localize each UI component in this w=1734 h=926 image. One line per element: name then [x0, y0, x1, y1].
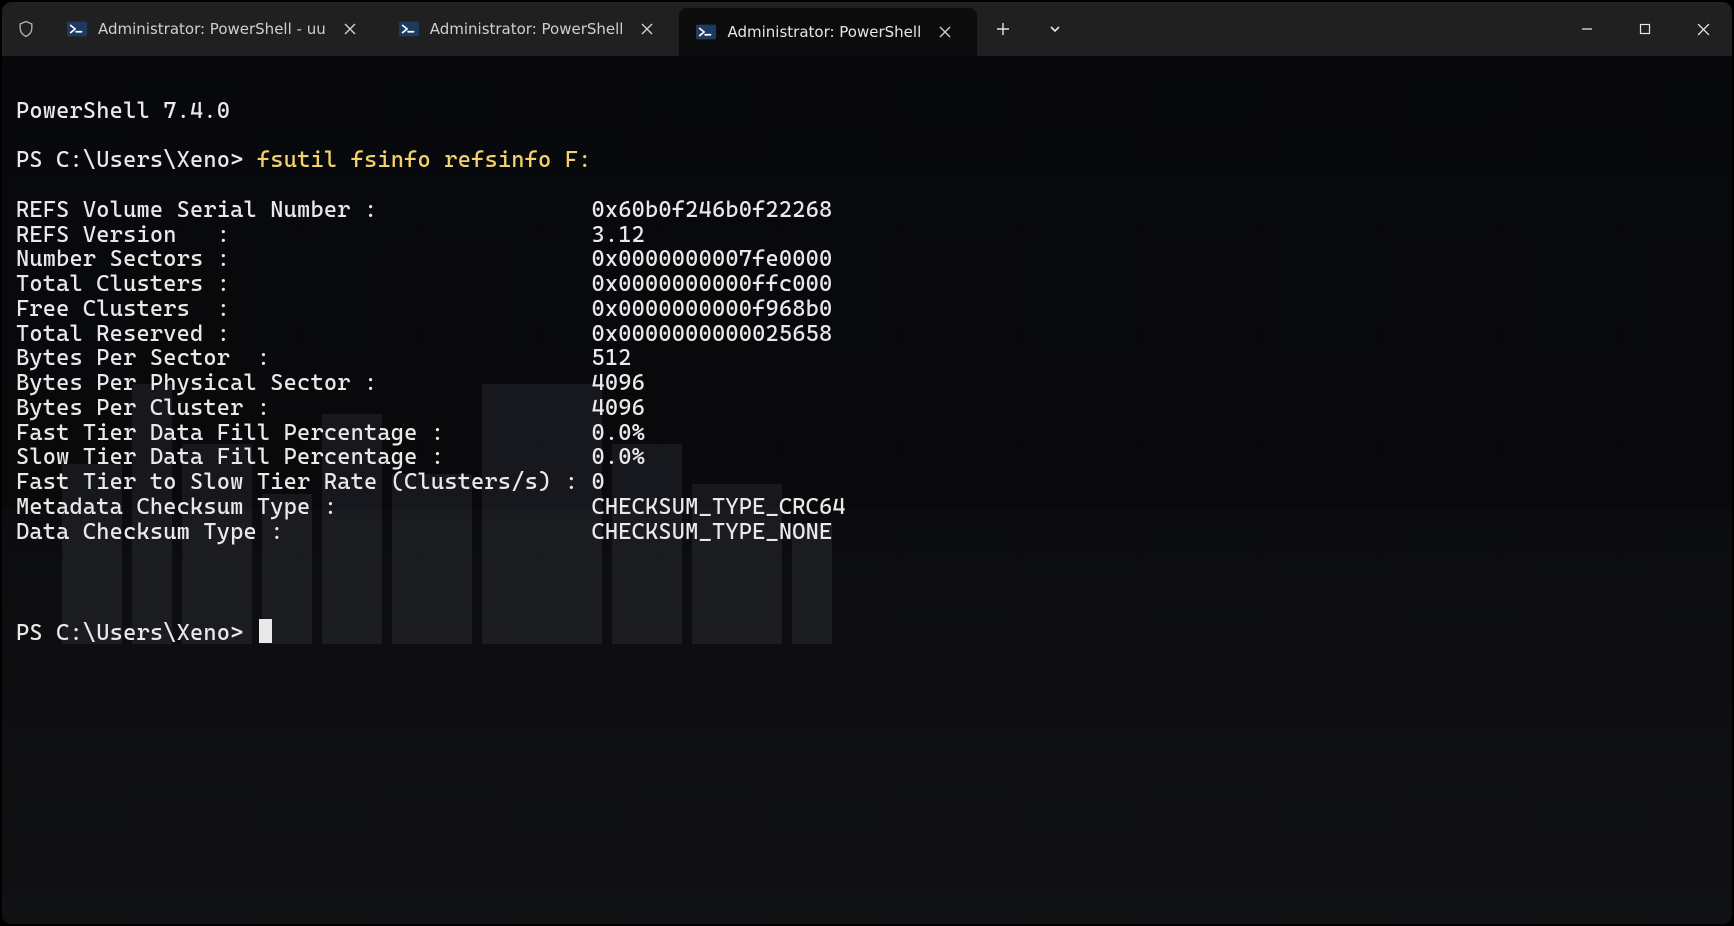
shield-icon — [2, 2, 50, 56]
output-row: Fast Tier Data Fill Percentage : 0.0% — [16, 421, 1718, 446]
output-row: REFS Version : 3.12 — [16, 223, 1718, 248]
banner-line: PowerShell 7.4.0 — [16, 99, 1718, 124]
blank-line — [16, 569, 1718, 594]
output-value: 0x60b0f246b0f22268 — [592, 197, 833, 223]
output-row: Slow Tier Data Fill Percentage : 0.0% — [16, 445, 1718, 470]
command-line: PS C:\Users\Xeno> fsutil fsinfo refsinfo… — [16, 148, 1718, 173]
tab-close-button[interactable] — [633, 14, 661, 45]
powershell-icon — [66, 18, 88, 40]
output-row: Metadata Checksum Type : CHECKSUM_TYPE_C… — [16, 495, 1718, 520]
output-label: Slow Tier Data Fill Percentage : — [16, 444, 592, 470]
output-value: 512 — [592, 345, 632, 371]
output-label: Free Clusters : — [16, 296, 592, 322]
output-value: 4096 — [592, 395, 646, 421]
tab-label: Administrator: PowerShell — [430, 20, 624, 38]
output-value: 3.12 — [592, 222, 646, 248]
output-value: 0.0% — [592, 420, 646, 446]
output-value: CHECKSUM_TYPE_CRC64 — [592, 494, 846, 520]
tab-close-button[interactable] — [336, 14, 364, 45]
prompt-text: PS C:\Users\Xeno> — [16, 620, 244, 646]
tab-dropdown-button[interactable] — [1029, 2, 1081, 56]
output-value: 0.0% — [592, 444, 646, 470]
output-label: REFS Volume Serial Number : — [16, 197, 592, 223]
output-value: 0x0000000000ffc000 — [592, 271, 833, 297]
output-label: Data Checksum Type : — [16, 519, 592, 545]
prompt-line[interactable]: PS C:\Users\Xeno> — [16, 619, 1718, 646]
output-row: REFS Volume Serial Number : 0x60b0f246b0… — [16, 198, 1718, 223]
output-value: 4096 — [592, 370, 646, 396]
tab-1[interactable]: Administrator: PowerShell — [382, 2, 680, 56]
output-value: 0x0000000007fe0000 — [592, 246, 833, 272]
output-label: Bytes Per Sector : — [16, 345, 592, 371]
prompt-text: PS C:\Users\Xeno> — [16, 147, 244, 173]
output-row: Total Reserved : 0x0000000000025658 — [16, 322, 1718, 347]
output-label: Total Reserved : — [16, 321, 592, 347]
close-window-button[interactable] — [1674, 2, 1732, 56]
maximize-button[interactable] — [1616, 2, 1674, 56]
output-row: Fast Tier to Slow Tier Rate (Clusters/s)… — [16, 470, 1718, 495]
titlebar[interactable]: Administrator: PowerShell - uu Administr… — [2, 2, 1732, 56]
output-value: 0x0000000000025658 — [592, 321, 833, 347]
terminal-window: Administrator: PowerShell - uu Administr… — [2, 2, 1732, 924]
output-row: Bytes Per Sector : 512 — [16, 346, 1718, 371]
tab-0[interactable]: Administrator: PowerShell - uu — [50, 2, 382, 56]
output-row: Free Clusters : 0x0000000000f968b0 — [16, 297, 1718, 322]
command-exe: fsutil — [257, 147, 337, 173]
tab-label: Administrator: PowerShell - uu — [98, 20, 326, 38]
powershell-icon — [398, 18, 420, 40]
output-label: Metadata Checksum Type : — [16, 494, 592, 520]
powershell-icon — [695, 21, 717, 43]
output-row: Total Clusters : 0x0000000000ffc000 — [16, 272, 1718, 297]
output-label: Fast Tier Data Fill Percentage : — [16, 420, 592, 446]
output-value: 0x0000000000f968b0 — [592, 296, 833, 322]
tab-close-button[interactable] — [931, 17, 959, 48]
cursor — [259, 619, 272, 643]
output-row: Data Checksum Type : CHECKSUM_TYPE_NONE — [16, 520, 1718, 545]
output-label: Bytes Per Physical Sector : — [16, 370, 592, 396]
output-label: Bytes Per Cluster : — [16, 395, 592, 421]
output-value: 0 — [592, 469, 605, 495]
output-row: Bytes Per Physical Sector : 4096 — [16, 371, 1718, 396]
output-label: REFS Version : — [16, 222, 592, 248]
new-tab-button[interactable] — [977, 2, 1029, 56]
output-label: Total Clusters : — [16, 271, 592, 297]
output-row: Number Sectors : 0x0000000007fe0000 — [16, 247, 1718, 272]
output-value: CHECKSUM_TYPE_NONE — [592, 519, 833, 545]
tab-label: Administrator: PowerShell — [727, 23, 921, 41]
terminal-output[interactable]: PowerShell 7.4.0 PS C:\Users\Xeno> fsuti… — [2, 56, 1732, 713]
command-args: fsinfo refsinfo F: — [351, 147, 592, 173]
tab-2-active[interactable]: Administrator: PowerShell — [679, 8, 977, 56]
output-label: Number Sectors : — [16, 246, 592, 272]
output-row: Bytes Per Cluster : 4096 — [16, 396, 1718, 421]
titlebar-drag-region[interactable] — [1081, 2, 1558, 56]
minimize-button[interactable] — [1558, 2, 1616, 56]
output-label: Fast Tier to Slow Tier Rate (Clusters/s)… — [16, 469, 592, 495]
